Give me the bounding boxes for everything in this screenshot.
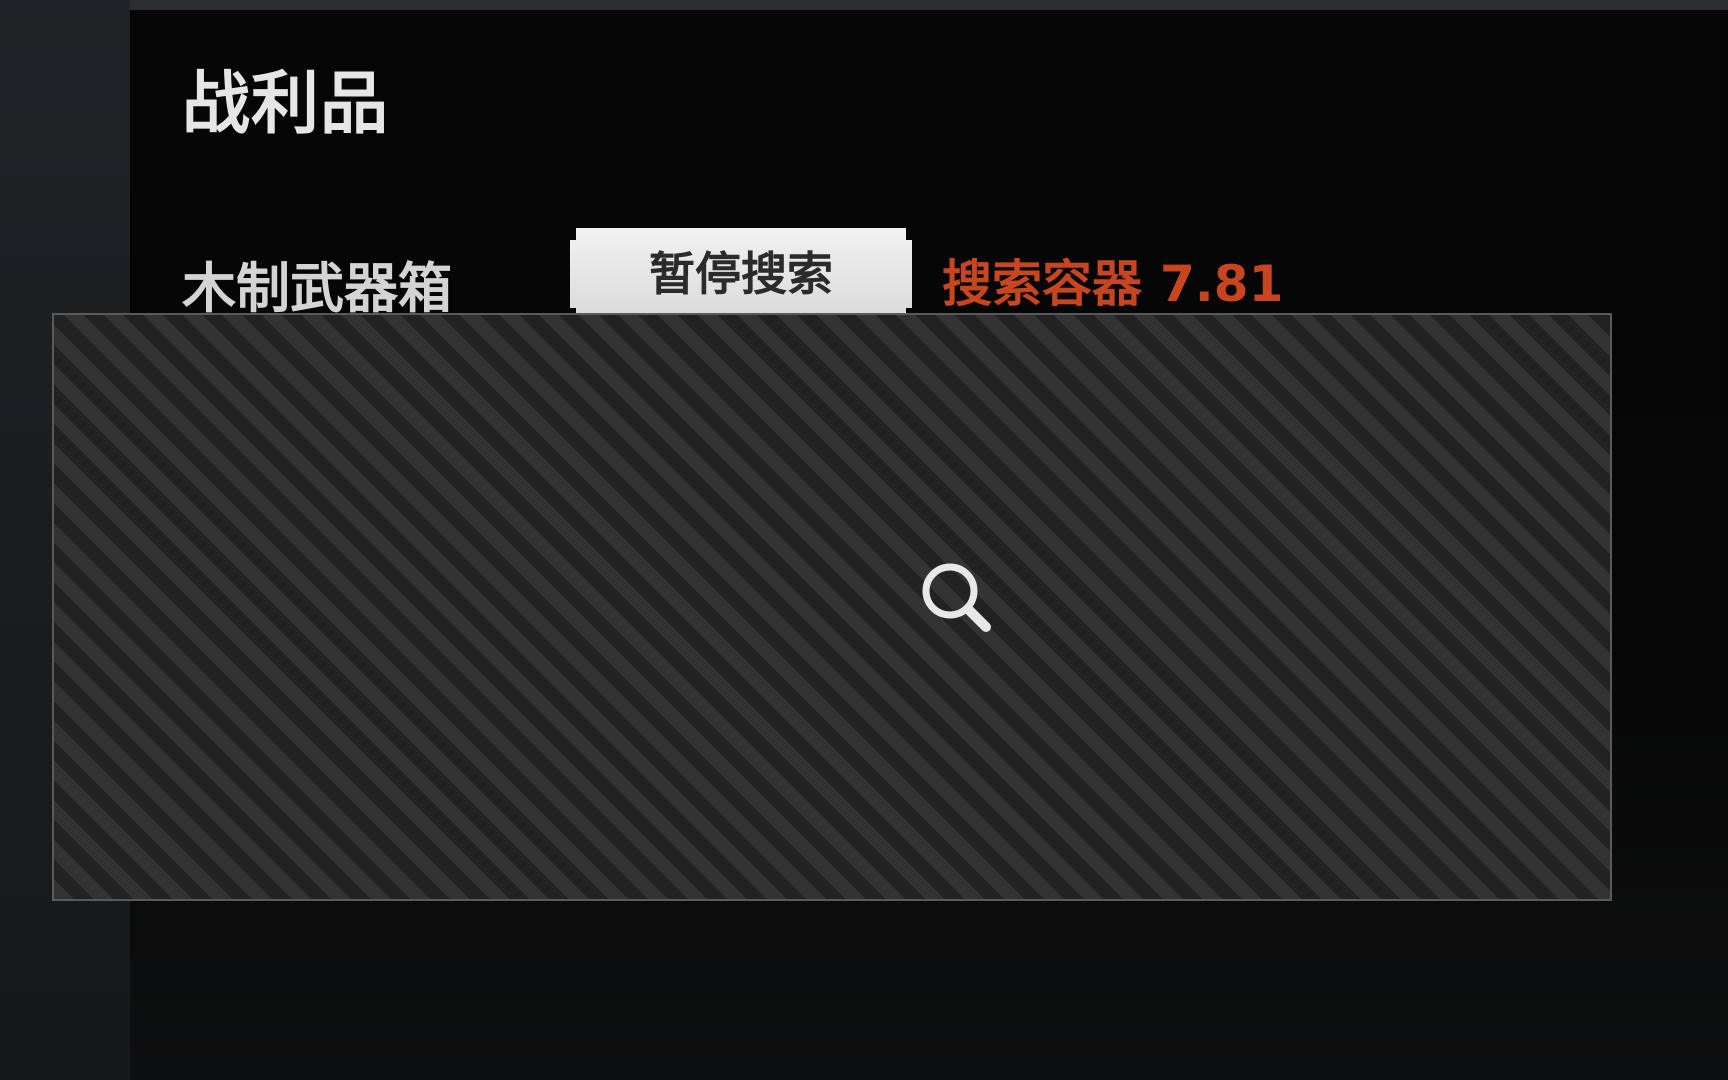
search-icon	[922, 563, 991, 632]
panel-title: 战利品	[182, 65, 390, 144]
loot-grid[interactable]	[52, 313, 1612, 901]
pause-search-button-label: 暂停搜索	[649, 248, 833, 300]
container-row: 木制武器箱 暂停搜索 搜索容器 7.81	[182, 218, 1682, 320]
game-screen: 战利品 木制武器箱 暂停搜索 搜索容器 7.81	[0, 0, 1728, 1080]
search-timer: 7.81	[1160, 255, 1284, 313]
container-name: 木制武器箱	[182, 257, 452, 320]
top-edge	[0, 0, 1728, 10]
search-status: 搜索容器 7.81	[942, 244, 1283, 316]
pause-search-button[interactable]: 暂停搜索	[570, 228, 912, 320]
search-status-label: 搜索容器	[942, 255, 1142, 313]
